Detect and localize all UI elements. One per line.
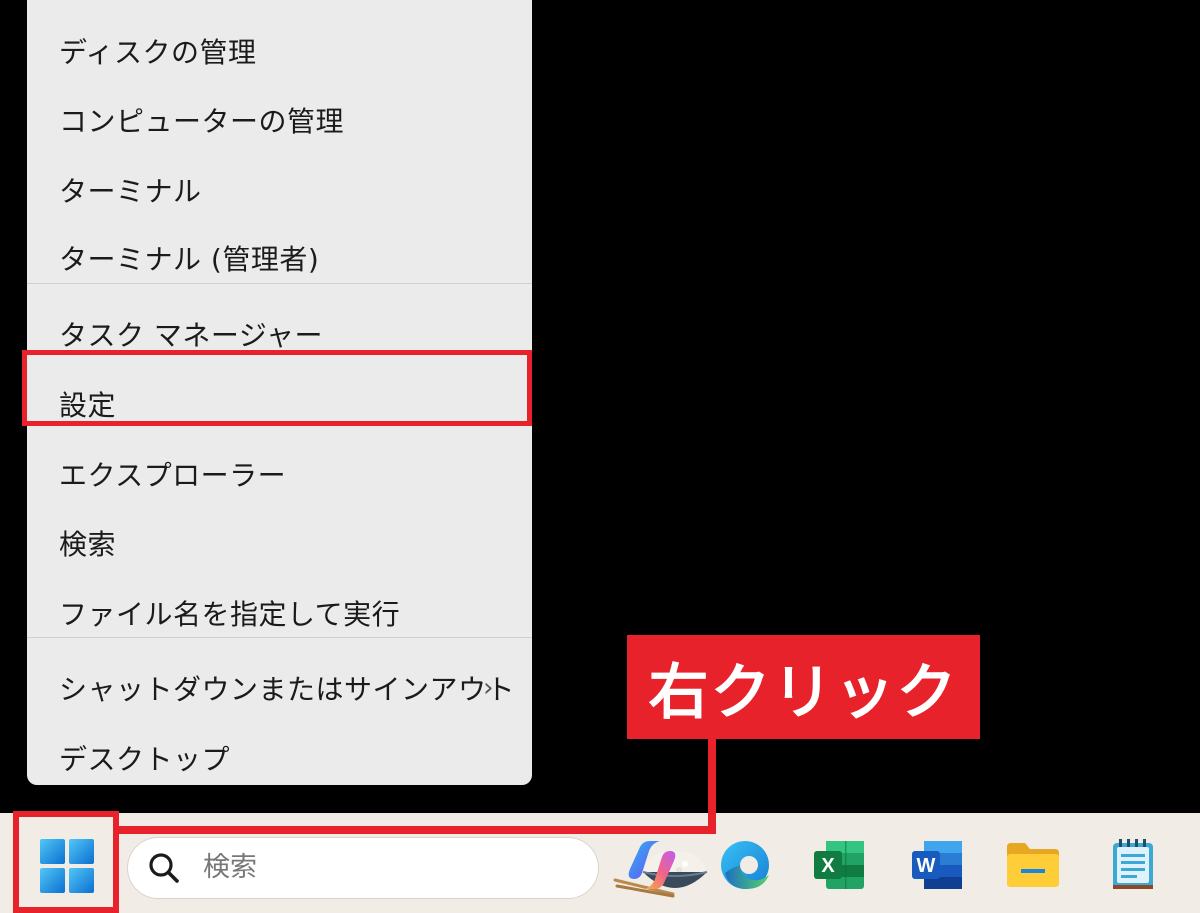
menu-item-disk-management[interactable]: ディスクの管理	[27, 21, 532, 81]
copilot-icon[interactable]	[622, 835, 682, 895]
menu-item-label: デスクトップ	[59, 743, 231, 776]
menu-item-search[interactable]: 検索	[27, 513, 532, 573]
callout-leader-line	[113, 826, 716, 834]
menu-item-explorer[interactable]: エクスプローラー	[27, 444, 532, 504]
menu-item-label: シャットダウンまたはサインアウト	[59, 673, 516, 706]
menu-item-computer-management[interactable]: コンピューターの管理	[27, 90, 532, 150]
menu-separator	[27, 637, 532, 638]
menu-item-label: コンピューターの管理	[59, 105, 345, 138]
settings-highlight-box	[22, 350, 532, 426]
word-icon[interactable]: W	[908, 835, 968, 895]
chevron-right-icon: ›	[483, 673, 494, 703]
menu-item-label: ファイル名を指定して実行	[59, 598, 401, 631]
svg-text:X: X	[821, 855, 835, 877]
callout-leader-line	[708, 739, 716, 834]
search-icon	[149, 853, 179, 883]
menu-item-desktop[interactable]: デスクトップ	[27, 728, 532, 788]
menu-item-label: タスク マネージャー	[59, 319, 323, 352]
menu-separator	[27, 283, 532, 284]
svg-text:W: W	[917, 855, 936, 877]
menu-item-label: ディスクの管理	[59, 36, 257, 69]
menu-item-label: ターミナル (管理者)	[59, 243, 320, 276]
menu-item-terminal-admin[interactable]: ターミナル (管理者)	[27, 228, 532, 288]
menu-item-shutdown-signout[interactable]: シャットダウンまたはサインアウト ›	[27, 658, 532, 718]
taskbar-search-box[interactable]: 検索	[128, 838, 708, 898]
file-explorer-icon[interactable]	[1003, 835, 1063, 895]
start-button-highlight-box	[13, 811, 119, 913]
menu-item-terminal[interactable]: ターミナル	[27, 160, 532, 220]
menu-item-run[interactable]: ファイル名を指定して実行	[27, 583, 532, 643]
notepad-icon[interactable]	[1103, 835, 1163, 895]
menu-item-label: 検索	[59, 528, 117, 561]
search-placeholder: 検索	[203, 852, 257, 883]
menu-item-label: ターミナル	[59, 175, 202, 208]
menu-item-label: エクスプローラー	[59, 459, 287, 492]
edge-icon[interactable]	[715, 835, 775, 895]
right-click-callout: 右クリック	[627, 635, 980, 739]
excel-icon[interactable]: X	[810, 835, 870, 895]
